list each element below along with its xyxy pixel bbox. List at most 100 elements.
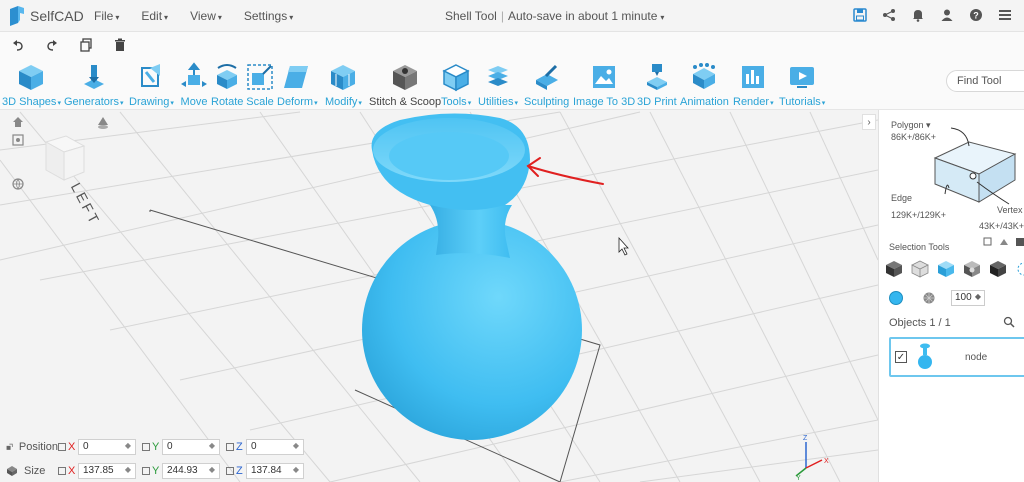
size-x-input[interactable]: 137.85 ◆	[78, 463, 136, 479]
position-label: Position	[18, 441, 58, 453]
size-x-lock-checkbox[interactable]	[58, 467, 66, 475]
select-inner-cube-icon[interactable]	[963, 260, 981, 278]
app-logo[interactable]: SelfCAD	[8, 5, 88, 26]
selection-mode-diagram[interactable]	[929, 124, 1024, 214]
view-cube[interactable]	[36, 132, 90, 186]
collapse-panel-chevron-icon[interactable]: ›	[862, 114, 876, 130]
size-z-input[interactable]: 137.84 ◆	[246, 463, 304, 479]
sculpting-icon	[535, 64, 558, 90]
edge-count: 129K+/129K+	[891, 210, 947, 220]
menu-view[interactable]: View ▾	[190, 9, 222, 23]
vertex-mode-label[interactable]: Vertex	[997, 205, 1023, 215]
tool-3d-print[interactable]: 3D Print	[637, 62, 677, 108]
size-row: Size X 137.85 ◆ Y 244.93 ◆ Z 137.84 ◆	[6, 460, 310, 482]
tool-utilities[interactable]: Utilities▾	[478, 62, 518, 108]
size-y-input[interactable]: 244.93 ◆	[162, 463, 220, 479]
tool-stitch-scoop[interactable]: Stitch & Scoop	[369, 62, 441, 108]
tool-generators[interactable]: Generators▾	[64, 62, 124, 108]
tool-tools[interactable]: Tools▾	[441, 62, 471, 108]
copy-icon[interactable]	[76, 35, 96, 55]
3d-print-icon	[646, 64, 667, 90]
opacity-stepper[interactable]: 100 ◆	[951, 290, 985, 306]
top-bar: SelfCAD File ▾ Edit ▾ View ▾ Settings ▾ Shel…	[0, 0, 1024, 32]
tool-tutorials[interactable]: Tutorials▾	[779, 62, 825, 108]
generator-icon	[83, 65, 104, 89]
tool-scale[interactable]: Scale	[245, 62, 275, 108]
object-list-item[interactable]: ✓ node	[889, 337, 1024, 377]
svg-text:?: ?	[973, 11, 979, 21]
notifications-bell-icon[interactable]	[909, 6, 927, 24]
tool-move[interactable]: Move	[179, 62, 209, 108]
render-icon	[742, 66, 765, 88]
help-icon[interactable]: ?	[967, 6, 985, 24]
tool-rotate[interactable]: Rotate	[211, 62, 243, 108]
document-title[interactable]: Shell Tool | Auto-save in about 1 minute ▾	[445, 9, 664, 23]
3d-viewport[interactable]: Z X Y LEFT	[0, 110, 878, 482]
save-icon[interactable]	[851, 6, 869, 24]
right-panel: Polygon ▾ 86K+/86K+ Edge 129K+/129K+ Ver…	[878, 110, 1024, 482]
undo-icon[interactable]	[8, 35, 28, 55]
menu-file[interactable]: File ▾	[94, 9, 119, 23]
selfcad-logo-icon	[10, 5, 24, 26]
tool-render[interactable]: Render▾	[733, 62, 774, 108]
object-visibility-checkbox[interactable]: ✓	[895, 351, 907, 363]
objects-list-title: Objects 1 / 1	[889, 317, 951, 329]
edge-mode-label[interactable]: Edge	[891, 193, 912, 203]
tool-deform[interactable]: Deform▾	[277, 62, 318, 108]
move-arrows-icon	[181, 62, 207, 87]
position-z-lock-checkbox[interactable]	[226, 443, 234, 451]
object-name: node	[965, 351, 988, 363]
select-box-icon[interactable]	[983, 237, 993, 247]
stitch-scoop-icon	[393, 65, 418, 90]
tool-modify[interactable]: Modify▾	[325, 62, 362, 108]
menu-settings[interactable]: Settings ▾	[244, 9, 293, 23]
tool-image-to-3d[interactable]: Image To 3D	[573, 62, 635, 108]
scale-icon	[247, 64, 273, 90]
find-tool-input[interactable]: Find Tool	[946, 70, 1024, 92]
size-y-lock-checkbox[interactable]	[142, 467, 150, 475]
vase-model[interactable]	[362, 113, 582, 440]
position-z-input[interactable]: 0 ◆	[246, 439, 304, 455]
perspective-toggle-icon[interactable]	[96, 116, 110, 130]
user-account-icon[interactable]	[938, 6, 956, 24]
texture-icon[interactable]	[923, 292, 935, 304]
delete-trash-icon[interactable]	[110, 35, 130, 55]
main-menu: File ▾ Edit ▾ View ▾ Settings ▾	[94, 9, 315, 23]
fit-view-icon[interactable]	[12, 134, 24, 146]
svg-text:Z: Z	[803, 435, 808, 442]
svg-text:X: X	[824, 458, 829, 465]
objects-search-icon[interactable]	[1003, 316, 1015, 328]
select-wireframe-cube-icon[interactable]	[911, 260, 929, 278]
globe-view-icon[interactable]	[12, 178, 24, 190]
object-color-swatch[interactable]	[889, 291, 903, 305]
selection-extra-icons	[983, 237, 1024, 247]
selection-tool-icons	[885, 260, 1024, 278]
position-x-lock-checkbox[interactable]	[58, 443, 66, 451]
redo-icon[interactable]	[42, 35, 62, 55]
position-x-input[interactable]: 0 ◆	[78, 439, 136, 455]
position-y-lock-checkbox[interactable]	[142, 443, 150, 451]
select-lasso-icon[interactable]	[999, 237, 1009, 247]
select-face-cube-icon[interactable]	[937, 260, 955, 278]
select-solid-cube-icon[interactable]	[885, 260, 903, 278]
position-y-input[interactable]: 0 ◆	[162, 439, 220, 455]
tool-sculpting[interactable]: Sculpting	[524, 62, 569, 108]
modify-icon	[331, 65, 356, 90]
size-z-lock-checkbox[interactable]	[226, 467, 234, 475]
tool-animation[interactable]: Animation	[680, 62, 729, 108]
home-view-icon[interactable]	[12, 116, 24, 128]
tool-drawing[interactable]: Drawing▾	[129, 62, 174, 108]
menu-hamburger-icon[interactable]	[996, 6, 1014, 24]
polygon-mode-label[interactable]: Polygon ▾	[891, 120, 931, 131]
share-icon[interactable]	[880, 6, 898, 24]
tool-3d-shapes[interactable]: 3D Shapes▾	[2, 62, 61, 108]
select-more-icon[interactable]	[1015, 260, 1024, 278]
scene-canvas[interactable]: Z X Y	[0, 110, 878, 482]
select-paint-icon[interactable]	[1015, 237, 1024, 247]
size-label: Size	[24, 465, 46, 477]
menu-edit[interactable]: Edit ▾	[141, 9, 168, 23]
appearance-row: 100 ◆	[889, 290, 985, 306]
select-dark-cube-icon[interactable]	[989, 260, 1007, 278]
tools-cube-icon	[442, 64, 470, 92]
app-name: SelfCAD	[30, 7, 84, 24]
